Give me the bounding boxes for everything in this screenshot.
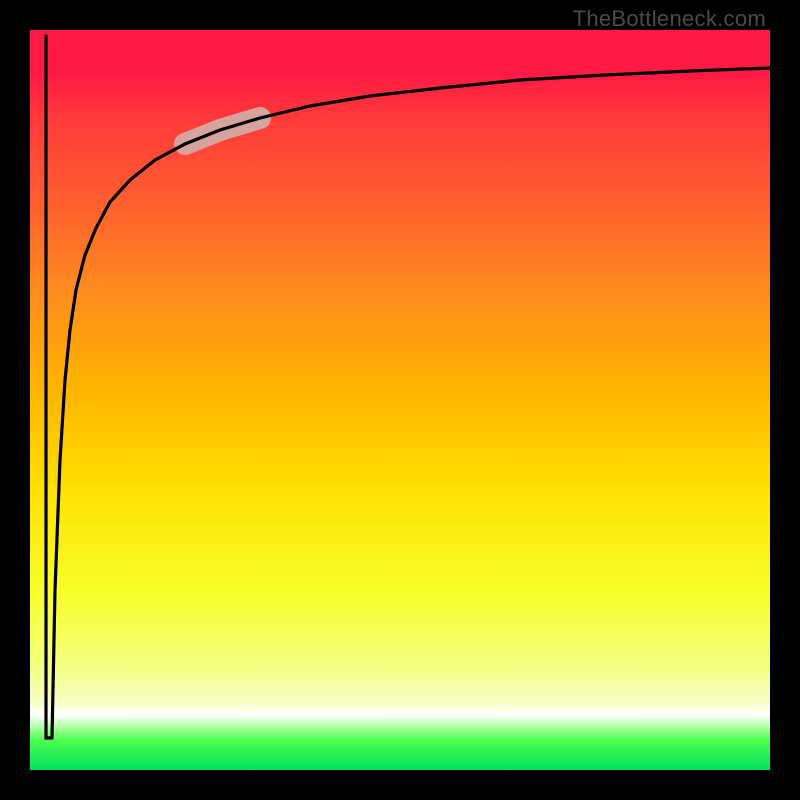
chart-frame: TheBottleneck.com [0,0,800,800]
plot-area [30,30,770,770]
bottleneck-curve [52,68,770,738]
curve-layer [30,30,770,770]
initial-drop [46,36,52,738]
watermark-text: TheBottleneck.com [573,6,766,32]
